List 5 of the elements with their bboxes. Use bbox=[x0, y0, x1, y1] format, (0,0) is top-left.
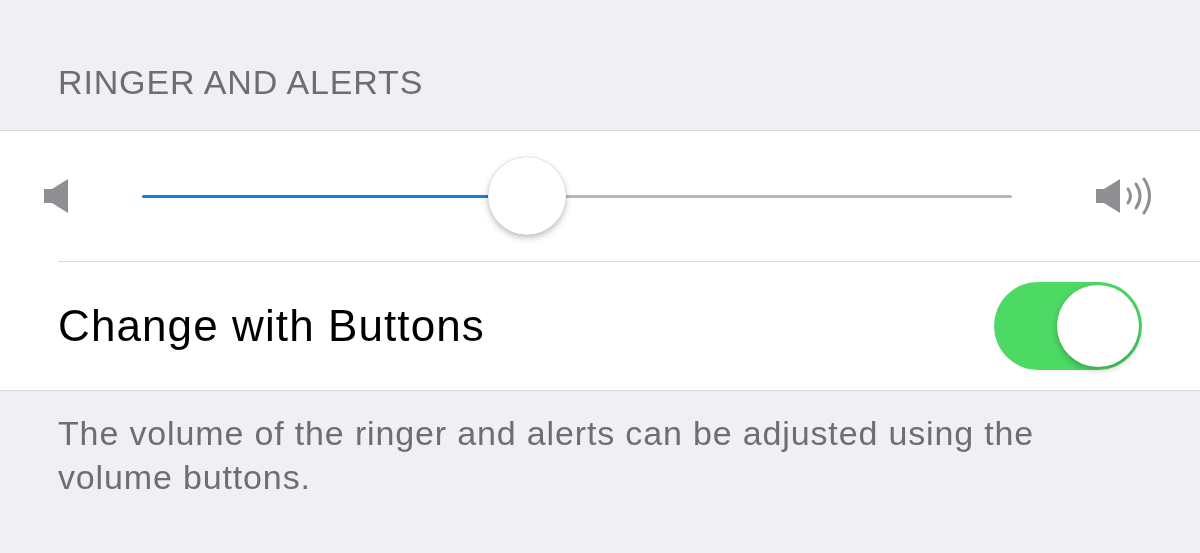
section-header: RINGER AND ALERTS bbox=[58, 62, 424, 103]
slider-thumb[interactable] bbox=[488, 157, 567, 235]
speaker-quiet-icon bbox=[42, 176, 70, 216]
footer-note: The volume of the ringer and alerts can be adjusted using the volume buttons. bbox=[58, 413, 1036, 498]
row-label: Change with Buttons bbox=[58, 300, 485, 352]
